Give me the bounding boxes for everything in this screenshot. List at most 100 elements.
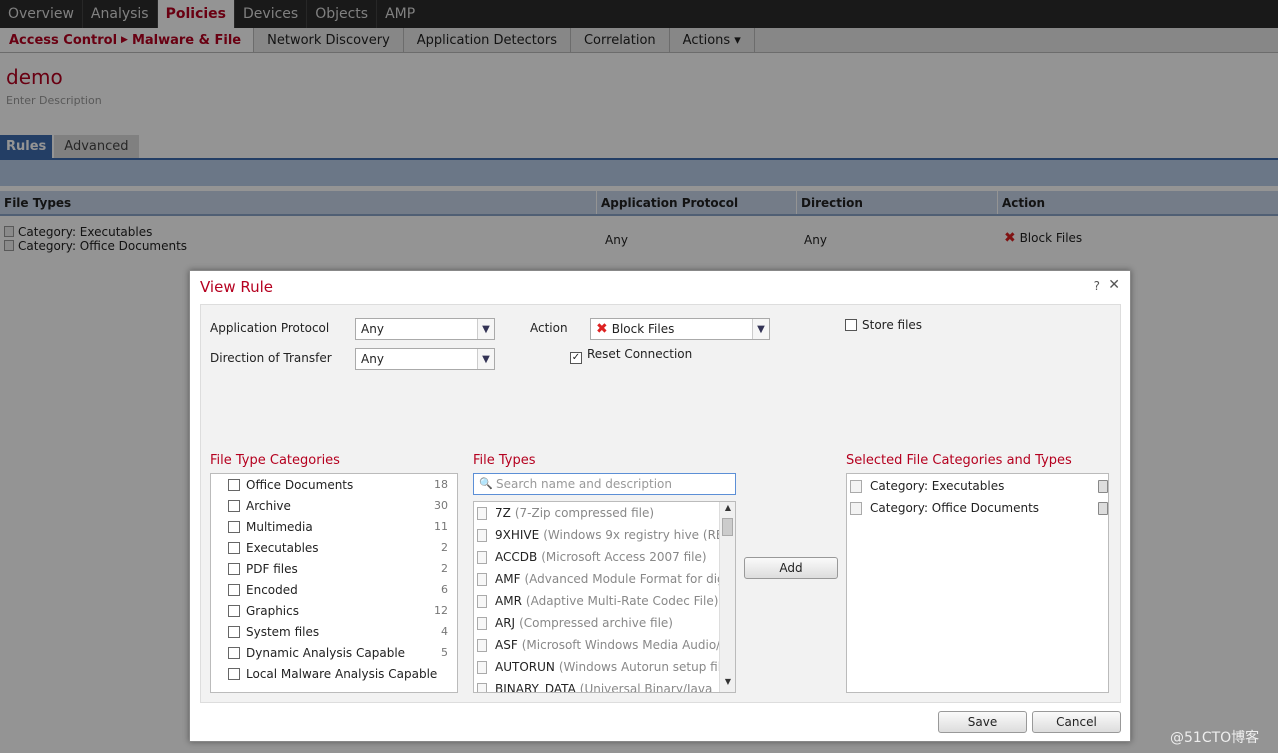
cancel-button[interactable]: Cancel [1032,711,1121,733]
file-types-scrollbar[interactable]: ▲ ▼ [719,502,735,692]
chevron-down-icon[interactable]: ▼ [477,349,494,369]
file-icon [477,506,487,520]
file-type-name: 9XHIVE [495,528,540,542]
list-item[interactable]: BINARY_DATA (Universal Binary/Java [477,678,712,693]
close-icon[interactable]: ✕ [1108,277,1120,293]
list-item[interactable]: AMR (Adaptive Multi-Rate Codec File) [477,590,718,612]
file-type-search-input[interactable]: 🔍 Search name and description [473,473,736,495]
list-item[interactable]: 9XHIVE (Windows 9x registry hive (RE [477,524,723,546]
direction-value: Any [361,352,384,366]
category-checkbox[interactable] [228,541,240,554]
reset-connection[interactable]: ✓ Reset Connection [570,347,692,364]
categories-heading: File Type Categories [210,453,340,468]
category-name: Archive [246,498,291,513]
list-item[interactable]: ASF (Microsoft Windows Media Audio/V [477,634,728,656]
category-checkbox[interactable] [228,562,240,575]
save-button[interactable]: Save [938,711,1027,733]
app-protocol-value: Any [361,322,384,336]
category-checkbox[interactable] [228,583,240,596]
file-type-name: AMR [495,594,522,608]
action-select[interactable]: ✖ Block Files ▼ [590,318,770,340]
chevron-down-icon[interactable]: ▼ [752,319,769,339]
action-value: Block Files [611,322,675,336]
file-type-desc: (Windows 9x registry hive (RE [543,528,724,542]
file-type-name: 7Z [495,506,511,520]
category-name: PDF files [246,561,298,576]
file-type-name: ARJ [495,616,516,630]
file-icon [477,594,487,608]
category-name: Dynamic Analysis Capable [246,645,406,660]
category-name: Local Malware Analysis Capable [246,666,438,681]
chevron-down-icon[interactable]: ▼ [477,319,494,339]
list-item[interactable]: 7Z (7-Zip compressed file) [477,502,654,524]
category-count: 30 [434,499,448,512]
app-protocol-select[interactable]: Any ▼ [355,318,495,340]
category-checkbox[interactable] [228,520,240,533]
file-icon [477,660,487,674]
category-checkbox[interactable] [228,499,240,512]
search-icon: 🔍 [479,477,493,490]
list-item[interactable]: AMF (Advanced Module Format for digi [477,568,728,590]
file-types-heading: File Types [473,453,536,468]
reset-connection-checkbox[interactable]: ✓ [570,352,582,364]
list-item[interactable]: ARJ (Compressed archive file) [477,612,673,634]
list-item[interactable]: Graphics 12 [228,600,448,621]
category-count: 6 [441,583,448,596]
category-count: 5 [441,646,448,659]
file-icon [477,682,487,692]
list-item[interactable]: System files 4 [228,621,448,642]
category-name: Office Documents [246,477,354,492]
list-item[interactable]: Encoded 6 [228,579,448,600]
category-checkbox[interactable] [228,604,240,617]
trash-icon[interactable] [1098,480,1108,493]
category-count: 2 [441,541,448,554]
category-name: System files [246,624,320,639]
trash-icon[interactable] [1098,502,1108,515]
file-type-desc: (Microsoft Windows Media Audio/V [521,638,729,652]
scroll-down-icon[interactable]: ▼ [720,677,735,691]
list-item[interactable]: PDF files 2 [228,558,448,579]
list-item[interactable]: Office Documents 18 [228,474,448,495]
file-type-name: BINARY_DATA [495,682,576,693]
help-icon[interactable]: ? [1094,279,1100,293]
list-item[interactable]: ACCDB (Microsoft Access 2007 file) [477,546,707,568]
category-checkbox[interactable] [228,478,240,491]
file-type-name: ACCDB [495,550,538,564]
action-label: Action [530,321,568,335]
file-icon [477,616,487,630]
category-name: Graphics [246,603,299,618]
category-checkbox[interactable] [228,646,240,659]
file-type-name: ASF [495,638,518,652]
scroll-thumb[interactable] [722,518,733,536]
category-count: 11 [434,520,448,533]
store-files[interactable]: Store files [845,318,922,332]
app-protocol-label: Application Protocol [210,321,330,335]
store-files-label: Store files [862,318,923,332]
category-checkbox[interactable] [228,625,240,638]
reset-connection-label: Reset Connection [587,347,693,361]
category-name: Executables [246,540,319,555]
file-type-name: AMF [495,572,521,586]
dialog-title: View Rule [200,278,274,296]
list-item[interactable]: Archive 30 [228,495,448,516]
store-files-checkbox[interactable] [845,319,857,331]
category-checkbox[interactable] [228,667,240,680]
selected-heading: Selected File Categories and Types [846,453,1072,468]
file-type-desc: (7-Zip compressed file) [514,506,655,520]
category-icon [850,501,862,515]
list-item[interactable]: Multimedia 11 [228,516,448,537]
direction-select[interactable]: Any ▼ [355,348,495,370]
list-item[interactable]: Dynamic Analysis Capable 5 [228,642,448,663]
list-item[interactable]: Local Malware Analysis Capable [228,663,448,684]
file-type-desc: (Adaptive Multi-Rate Codec File) [525,594,719,608]
watermark: @51CTO博客 [1170,730,1260,746]
list-item[interactable]: AUTORUN (Windows Autorun setup file [477,656,728,678]
list-item[interactable]: Category: Executables [850,475,1108,497]
list-item[interactable]: Category: Office Documents [850,497,1108,519]
add-button[interactable]: Add [744,557,838,579]
scroll-up-icon[interactable]: ▲ [720,503,735,517]
categories-list: Office Documents 18 Archive 30 Multimedia 1… [210,473,458,693]
file-type-name: AUTORUN [495,660,555,674]
file-type-desc: (Advanced Module Format for digi [524,572,729,586]
list-item[interactable]: Executables 2 [228,537,448,558]
